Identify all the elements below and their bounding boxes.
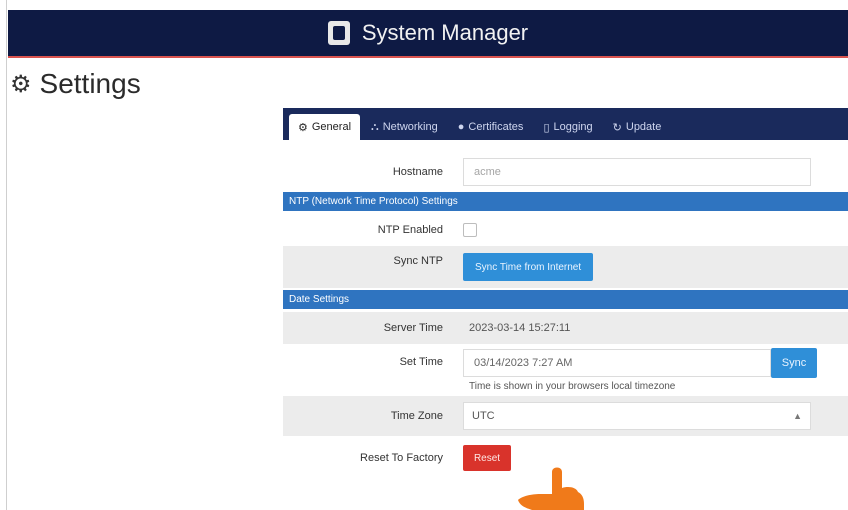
ntp-enabled-row: NTP Enabled [283,216,848,244]
reset-label: Reset To Factory [360,452,443,464]
hostname-label: Hostname [392,166,443,178]
date-section-header: Date Settings [283,290,848,309]
page-title-text: Settings [39,68,141,99]
brand[interactable]: System Manager [327,20,529,46]
time-zone-select[interactable]: UTC ▲ [463,402,811,430]
server-time-value: 2023-03-14 15:27:11 [469,322,571,334]
sitemap-icon: ⛬ [371,120,379,133]
tab-label: Update [625,121,662,133]
ntp-section-header: NTP (Network Time Protocol) Settings [283,192,848,211]
sync-ntp-label: Sync NTP [393,255,443,267]
hand-pointer-icon [518,467,584,510]
server-icon [327,21,350,45]
cogs-icon: ⚙ [298,121,308,134]
tab-label: Certificates [468,121,524,133]
tab-label: General [311,121,352,133]
file-icon: ▯ [543,121,550,134]
tab-label: Logging [553,121,593,133]
set-time-label: Set Time [399,356,443,368]
ntp-enabled-label: NTP Enabled [377,224,443,236]
tab-bar: ⚙ General ⛬ Networking ● Certificates ▯ … [283,108,848,140]
certificate-icon: ● [457,121,465,133]
chevron-down-icon: ▲ [793,411,802,421]
settings-panel: ⚙ General ⛬ Networking ● Certificates ▯ … [283,108,848,488]
time-zone-row: Time Zone UTC ▲ [283,396,848,436]
tab-label: Networking [382,121,438,133]
ntp-enabled-checkbox[interactable] [463,223,477,237]
time-zone-value: UTC [472,410,495,422]
set-time-row: Set Time Sync Time is shown in your brow… [283,344,848,394]
timezone-hint: Time is shown in your browsers local tim… [469,381,676,392]
hostname-row: Hostname [283,156,848,188]
tab-networking[interactable]: ⛬ Networking [362,114,447,140]
tab-general[interactable]: ⚙ General [289,114,361,140]
hostname-input[interactable] [463,158,811,186]
time-zone-label: Time Zone [390,410,443,422]
app-title: System Manager [361,20,529,45]
server-time-row: Server Time 2023-03-14 15:27:11 [283,312,848,344]
sync-ntp-row: Sync NTP Sync Time from Internet [283,246,848,288]
cogs-icon: ⚙ [10,70,32,98]
refresh-icon: ↻ [612,121,622,134]
top-navbar: System Manager [8,10,848,58]
set-time-input[interactable] [463,349,771,377]
sync-button[interactable]: Sync [771,348,817,378]
reset-button[interactable]: Reset [463,445,511,471]
tab-certificates[interactable]: ● Certificates [449,114,533,140]
sync-time-internet-button[interactable]: Sync Time from Internet [463,253,594,281]
tab-logging[interactable]: ▯ Logging [534,114,601,140]
tab-update[interactable]: ↻ Update [604,114,671,140]
server-time-label: Server Time [383,322,443,334]
page-title: ⚙ Settings [10,68,141,100]
